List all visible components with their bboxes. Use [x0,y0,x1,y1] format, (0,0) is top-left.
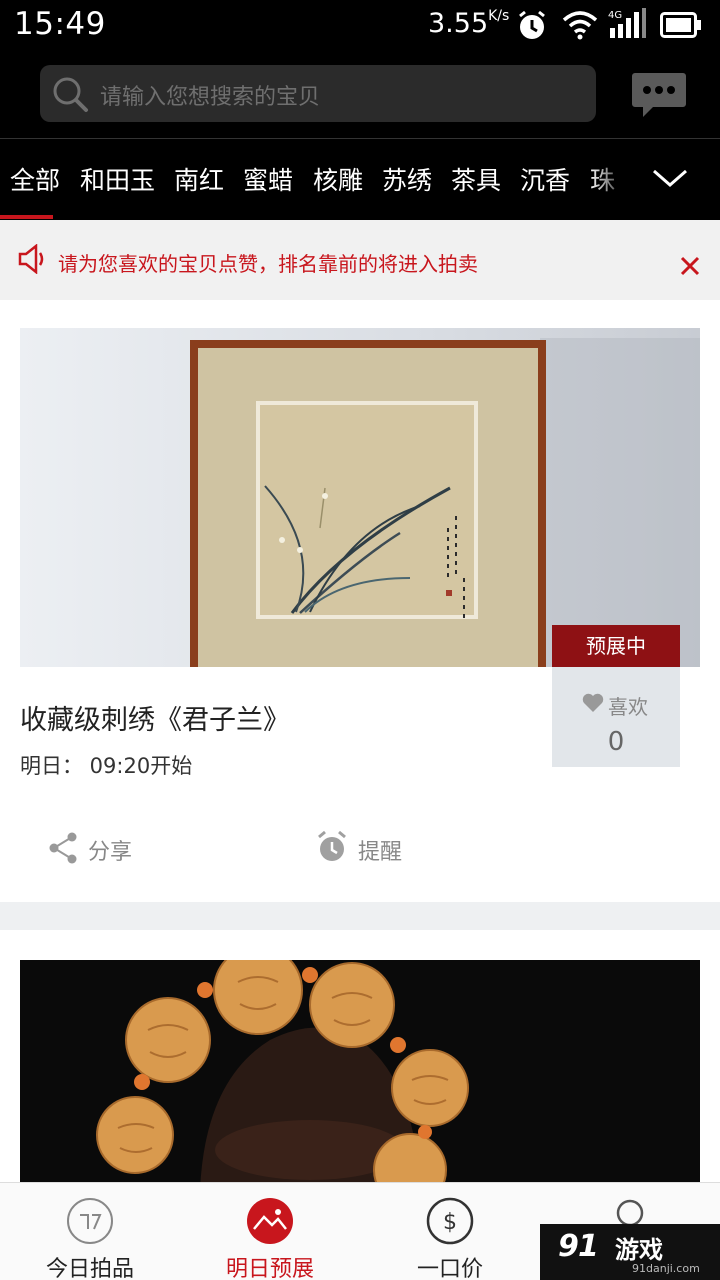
tab-label: 今日拍品 [45,1257,134,1280]
item-start-time: 明日： 09:20开始 [20,754,193,778]
net-speed: 3.55K/s [428,8,509,39]
wifi-icon [562,10,598,44]
gavel-icon [66,1197,114,1245]
item-photo[interactable] [20,328,700,667]
watermark-site: 91danji.com [632,1262,700,1275]
category-tab[interactable]: 沉香 [520,161,570,197]
alarm-clock-icon [316,830,348,868]
tab-label: 明日预展 [225,1257,314,1280]
category-tab[interactable]: 南红 [174,161,224,197]
battery-icon [660,12,702,42]
net-speed-unit: K/s [488,8,510,24]
top-header: 请输入您想搜索的宝贝 [0,50,720,138]
status-time: 15:49 [14,6,106,42]
net-speed-value: 3.55 [428,8,489,39]
svg-text:9: 9 [558,1229,579,1262]
site-watermark: 91 游戏 91danji.com [540,1224,720,1280]
category-bar: 全部 和田玉 南红 蜜蜡 核雕 苏绣 茶具 沉香 珠 [0,138,720,220]
app-root: 15:49 3.55K/s 4G 请输入您想搜索的宝贝 全部 和田玉 南红 蜜蜡… [0,0,720,1280]
search-placeholder: 请输入您想搜索的宝贝 [100,85,321,110]
category-tab[interactable]: 核雕 [313,161,363,197]
item-photo[interactable] [20,960,700,1190]
heart-icon [582,693,604,717]
chat-icon [632,73,686,117]
status-bar: 15:49 3.55K/s 4G [0,0,720,50]
category-fade [590,139,630,220]
item-card[interactable]: 预展中 喜欢 0 收藏级刺绣《君子兰》 明日： 09:20开始 分享 提醒 [0,300,720,902]
watermark-brand: 游戏 [615,1236,663,1264]
tab-tomorrow-preview[interactable]: 明日预展 [180,1183,360,1280]
category-active-indicator [0,215,53,219]
remind-label: 提醒 [358,840,403,865]
watermark-logo-icon: 91 [558,1228,614,1266]
tab-fixed-price[interactable]: $ 一口价 [360,1183,540,1280]
preview-status-badge: 预展中 [552,625,680,667]
chevron-down-icon [653,169,687,187]
network-type: 4G [608,10,622,21]
dollar-icon: $ [426,1197,474,1245]
category-tab[interactable]: 蜜蜡 [243,161,293,197]
category-tab-all[interactable]: 全部 [10,161,60,197]
svg-text:1: 1 [578,1229,599,1262]
like-button[interactable]: 喜欢 0 [552,667,680,767]
category-expand-button[interactable] [630,139,720,220]
search-icon [50,74,90,118]
tab-today-lots[interactable]: 今日拍品 [0,1183,180,1280]
mountain-icon [246,1197,294,1245]
tab-label: 一口价 [416,1257,483,1280]
like-label: 喜欢 [608,695,648,719]
signal-icon: 4G [606,8,648,44]
search-input[interactable]: 请输入您想搜索的宝贝 [40,65,596,122]
svg-text:$: $ [443,1210,457,1235]
message-button[interactable] [631,70,687,120]
category-tab[interactable]: 茶具 [451,161,501,197]
item-title[interactable]: 收藏级刺绣《君子兰》 [20,698,290,737]
speaker-icon [18,243,50,278]
share-icon [48,832,78,868]
close-icon[interactable] [678,254,702,278]
share-label: 分享 [88,840,133,865]
category-tab[interactable]: 和田玉 [80,161,155,197]
notice-text: 请为您喜欢的宝贝点赞，排名靠前的将进入拍卖 [58,252,478,276]
alarm-icon [516,10,548,46]
like-count: 0 [607,727,625,757]
notice-bar: 请为您喜欢的宝贝点赞，排名靠前的将进入拍卖 [0,220,720,300]
category-tab[interactable]: 苏绣 [382,161,432,197]
